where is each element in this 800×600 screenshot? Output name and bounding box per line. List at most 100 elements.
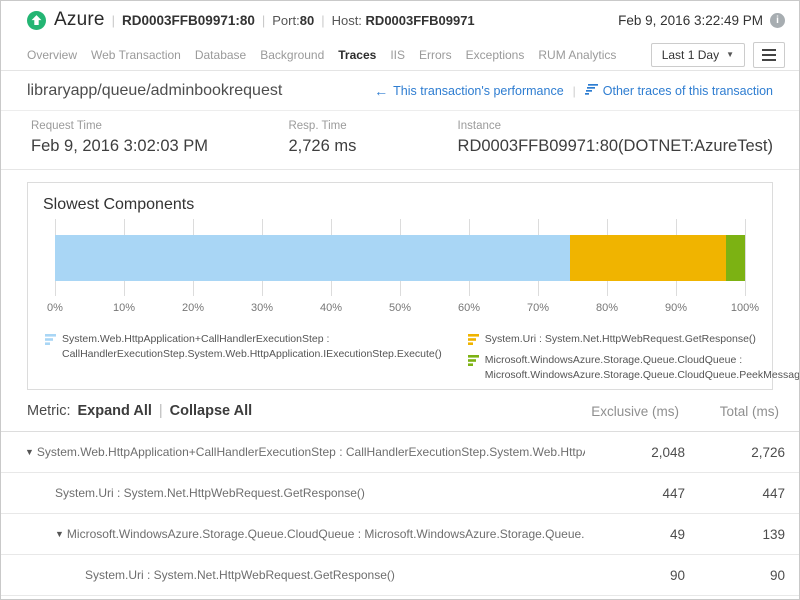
- legend-swatch-icon: [468, 334, 479, 350]
- axis-tick-label: 60%: [458, 302, 480, 314]
- summary-field-label: Request Time: [31, 120, 284, 132]
- axis-tick-label: 40%: [320, 302, 342, 314]
- axis-tick-label: 100%: [731, 302, 759, 314]
- tab-exceptions[interactable]: Exceptions: [466, 48, 525, 62]
- header-timestamp: Feb 9, 2016 3:22:49 PM: [618, 13, 763, 28]
- tab-iis[interactable]: IIS: [390, 48, 405, 62]
- tab-traces[interactable]: Traces: [338, 48, 376, 62]
- trace-link-label: This transaction's performance: [393, 84, 564, 98]
- axis-tick-label: 50%: [389, 302, 411, 314]
- separator: |: [159, 403, 163, 419]
- bar-segment-3: [726, 235, 745, 281]
- metric-name-cell: ▼Microsoft.WindowsAzure.Storage.Queue.Cl…: [1, 527, 585, 541]
- app-name: Azure: [54, 9, 105, 31]
- trace-header: libraryapp/queue/adminbookrequest ← This …: [1, 71, 799, 111]
- port-value: 80: [300, 13, 314, 28]
- table-row[interactable]: ▼System.Web.HttpApplication+CallHandlerE…: [1, 432, 799, 473]
- column-header-exclusive: Exclusive (ms): [579, 404, 679, 419]
- chevron-down-icon: ▼: [726, 50, 734, 59]
- monitor-breadcrumb: Azure | RD0003FFB09971:80 | Port:80 | Ho…: [27, 9, 475, 31]
- total-ms-value: 2,726: [685, 445, 785, 460]
- bar-segment-1: [55, 235, 570, 281]
- tab-rum-analytics[interactable]: RUM Analytics: [538, 48, 616, 62]
- separator: |: [112, 13, 115, 28]
- legend-swatch-icon: [45, 334, 56, 362]
- trace-link-1[interactable]: ← This transaction's performance: [374, 84, 564, 98]
- summary-field-value: Feb 9, 2016 3:02:03 PM: [31, 137, 284, 156]
- legend-item-label: Microsoft.WindowsAzure.Storage.Queue.Clo…: [485, 353, 800, 383]
- axis-tick-label: 10%: [113, 302, 135, 314]
- apm-monitor-window: Azure | RD0003FFB09971:80 | Port:80 | Ho…: [0, 0, 800, 600]
- total-ms-value: 447: [685, 486, 785, 501]
- port-info: Port:80: [272, 13, 314, 28]
- legend-item-label: System.Uri : System.Net.HttpWebRequest.G…: [485, 332, 756, 350]
- slowest-components-panel: Slowest Components 0%10%20%30%40%50%60%7…: [27, 182, 773, 390]
- table-row[interactable]: ▼Microsoft.WindowsAzure.Storage.Queue.Cl…: [1, 514, 799, 555]
- hamburger-icon: [762, 49, 776, 61]
- gridline: [745, 219, 746, 296]
- time-range-dropdown[interactable]: Last 1 Day ▼: [651, 43, 745, 67]
- metric-name-cell: System.Uri : System.Net.HttpWebRequest.G…: [1, 568, 585, 582]
- stacked-bar-chart: 0%10%20%30%40%50%60%70%80%90%100%: [55, 219, 745, 320]
- tab-web-transaction[interactable]: Web Transaction: [91, 48, 181, 62]
- collapse-all-button[interactable]: Collapse All: [170, 403, 252, 419]
- trace-links: ← This transaction's performance | Other tr…: [374, 84, 773, 98]
- axis-tick-label: 20%: [182, 302, 204, 314]
- trace-title: libraryapp/queue/adminbookrequest: [27, 82, 282, 100]
- column-header-total: Total (ms): [679, 404, 779, 419]
- legend-column: System.Web.HttpApplication+CallHandlerEx…: [45, 332, 442, 384]
- metric-table-header: Metric: Expand All | Collapse All Exclus…: [1, 390, 799, 432]
- legend-swatch-icon: [468, 355, 479, 383]
- metric-table-body: ▼System.Web.HttpApplication+CallHandlerE…: [1, 432, 799, 596]
- separator: |: [262, 13, 265, 28]
- axis-tick-label: 90%: [665, 302, 687, 314]
- tab-bar: Overview Web Transaction Database Backgroun…: [1, 39, 799, 71]
- chart-legend: System.Web.HttpApplication+CallHandlerEx…: [43, 332, 757, 384]
- legend-item-label: System.Web.HttpApplication+CallHandlerEx…: [62, 332, 442, 362]
- legend-item: System.Uri : System.Net.HttpWebRequest.G…: [468, 332, 800, 350]
- tab-database[interactable]: Database: [195, 48, 246, 62]
- summary-field-label: Instance: [458, 120, 773, 132]
- host-value: RD0003FFB09971: [366, 13, 475, 28]
- table-row: System.Uri : System.Net.HttpWebRequest.G…: [1, 473, 799, 514]
- exclusive-ms-value: 2,048: [585, 445, 685, 460]
- info-icon[interactable]: i: [770, 13, 785, 28]
- metric-name: System.Web.HttpApplication+CallHandlerEx…: [37, 445, 585, 459]
- arrow-left-icon: ←: [374, 84, 388, 98]
- monitor-status-up-icon: [27, 11, 46, 30]
- bar-segment-2: [570, 235, 727, 281]
- table-row: System.Uri : System.Net.HttpWebRequest.G…: [1, 555, 799, 596]
- legend-column: System.Uri : System.Net.HttpWebRequest.G…: [468, 332, 800, 384]
- summary-field-3: Instance RD0003FFB09971:80(DOTNET:AzureTe…: [454, 120, 773, 156]
- separator: |: [573, 84, 576, 98]
- trace-list-icon: [585, 84, 598, 98]
- expand-triangle-icon[interactable]: ▼: [25, 447, 34, 457]
- exclusive-ms-value: 447: [585, 486, 685, 501]
- nav-tabs: Overview Web Transaction Database Backgroun…: [27, 48, 616, 62]
- summary-field-value: RD0003FFB09971:80(DOTNET:AzureTest): [458, 137, 773, 156]
- metric-name: Microsoft.WindowsAzure.Storage.Queue.Clo…: [67, 527, 585, 541]
- monitor-name: RD0003FFB09971:80: [122, 13, 255, 28]
- metric-label: Metric:: [27, 403, 71, 419]
- legend-item: Microsoft.WindowsAzure.Storage.Queue.Clo…: [468, 353, 800, 383]
- summary-field-2: Resp. Time2,726 ms: [284, 120, 453, 156]
- expand-triangle-icon[interactable]: ▼: [55, 529, 64, 539]
- metric-name: System.Uri : System.Net.HttpWebRequest.G…: [85, 568, 395, 582]
- metric-name-cell: ▼System.Web.HttpApplication+CallHandlerE…: [1, 445, 585, 459]
- time-range-label: Last 1 Day: [662, 48, 719, 62]
- tab-overview[interactable]: Overview: [27, 48, 77, 62]
- trace-link-2[interactable]: Other traces of this transaction: [585, 84, 773, 98]
- axis-tick-label: 30%: [251, 302, 273, 314]
- host-label: Host:: [332, 13, 366, 28]
- expand-all-button[interactable]: Expand All: [78, 403, 152, 419]
- tab-errors[interactable]: Errors: [419, 48, 452, 62]
- total-ms-value: 90: [685, 568, 785, 583]
- chart-title: Slowest Components: [43, 196, 757, 214]
- port-label: Port:: [272, 13, 299, 28]
- exclusive-ms-value: 90: [585, 568, 685, 583]
- axis-tick-label: 0%: [47, 302, 63, 314]
- trace-link-label: Other traces of this transaction: [603, 84, 773, 98]
- tab-background[interactable]: Background: [260, 48, 324, 62]
- hamburger-menu-button[interactable]: [753, 42, 785, 68]
- summary-field-1: Request Time Feb 9, 2016 3:02:03 PM: [27, 120, 284, 156]
